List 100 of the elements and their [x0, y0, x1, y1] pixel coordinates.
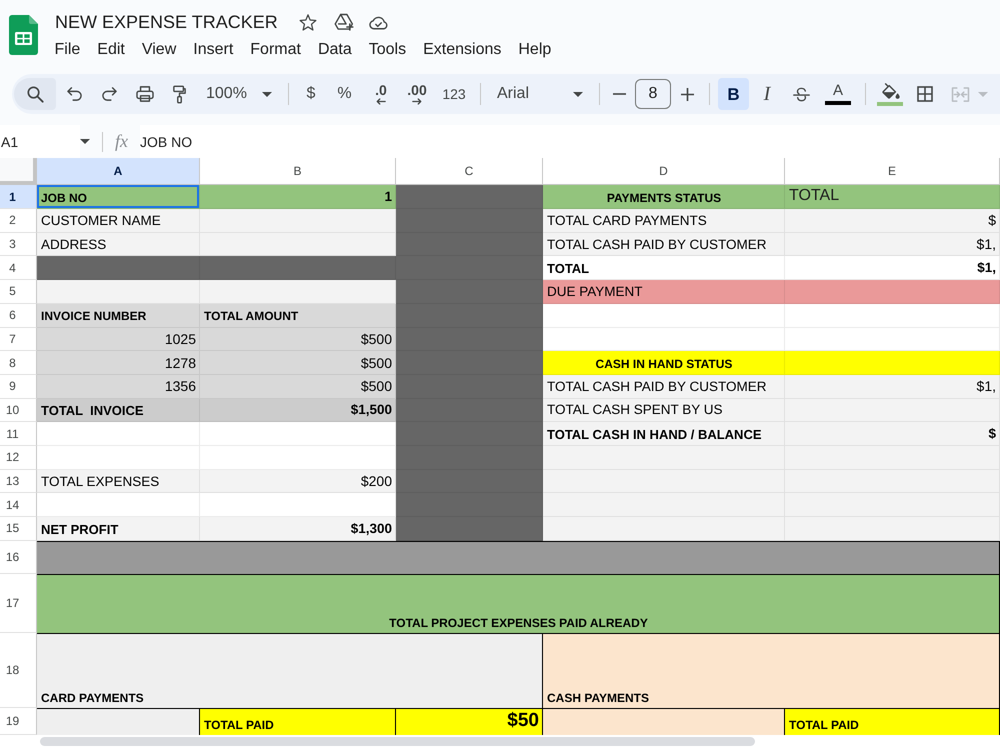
table-cell[interactable]: TOTAL CASH IN HAND / BALANCE	[543, 422, 785, 446]
row-header[interactable]: 7	[0, 328, 37, 352]
color-bar-icon[interactable]	[825, 101, 851, 105]
row-header[interactable]: 18	[0, 632, 37, 708]
table-cell[interactable]: TOTAL PAID	[785, 708, 1000, 735]
table-cell[interactable]: TOTAL AMOUNT	[200, 304, 396, 328]
menu-item[interactable]: Help	[510, 38, 560, 62]
table-cell[interactable]: CASH PAYMENTS	[543, 632, 1000, 708]
table-cell[interactable]: CARD PAYMENTS	[37, 632, 543, 708]
search-icon[interactable]	[26, 86, 44, 102]
search-button[interactable]	[14, 78, 56, 110]
minus-icon[interactable]	[612, 93, 626, 95]
table-cell[interactable]: TOTAL CARD PAYMENTS	[543, 209, 785, 233]
menu-item[interactable]: Tools	[360, 38, 415, 62]
italic-button[interactable]: I	[751, 78, 783, 110]
table-cell[interactable]: $500	[200, 328, 396, 352]
row-header[interactable]: 3	[0, 232, 37, 256]
table-cell[interactable]: TOTAL	[543, 256, 785, 280]
row-header[interactable]: 6	[0, 304, 37, 328]
menu-item[interactable]: Format	[242, 38, 310, 62]
table-cell[interactable]: TOTAL EXPENSES	[37, 470, 200, 494]
caret-icon[interactable]	[80, 139, 90, 144]
table-cell[interactable]: $1,	[785, 374, 1000, 399]
table-cell[interactable]: TOTAL CASH SPENT BY US	[543, 398, 785, 422]
table-cell[interactable]: $1,	[785, 256, 1000, 280]
row-header[interactable]: 14	[0, 493, 37, 518]
menu-item[interactable]: Insert	[184, 38, 242, 62]
formula-field[interactable]: JOB NO	[140, 125, 1000, 158]
table-cell[interactable]: CASH IN HAND STATUS	[543, 351, 785, 375]
row-header[interactable]: 12	[0, 446, 37, 470]
row-header[interactable]: 13	[0, 470, 37, 494]
table-cell[interactable]: 1356	[37, 374, 200, 399]
table-cell[interactable]: PAYMENTS STATUS	[543, 185, 785, 209]
table-cell[interactable]: $1,500	[200, 398, 396, 422]
plus-icon[interactable]	[680, 88, 694, 100]
print-icon[interactable]	[136, 86, 154, 102]
table-cell[interactable]	[37, 540, 1000, 574]
cloud-check-icon[interactable]	[368, 14, 389, 30]
table-cell[interactable]	[37, 708, 200, 735]
row-header[interactable]: 2	[0, 209, 37, 233]
redo-icon[interactable]	[102, 87, 117, 101]
name-box-field[interactable]: A1	[0, 125, 80, 158]
table-cell[interactable]: $500	[200, 374, 396, 399]
strikethrough-icon[interactable]	[792, 86, 810, 102]
arrow-left-icon[interactable]	[376, 98, 386, 105]
table-cell[interactable]: TOTAL CASH PAID BY CUSTOMER	[543, 374, 785, 399]
font-size-field[interactable]: 8	[635, 79, 671, 109]
paint-bucket-icon[interactable]	[880, 82, 900, 98]
menu-item[interactable]: File	[46, 38, 89, 62]
arrow-right-icon[interactable]	[412, 98, 422, 105]
menu-item[interactable]: View	[133, 38, 185, 62]
table-cell[interactable]: ADDRESS	[37, 232, 200, 256]
table-cell[interactable]: TOTAL CASH PAID BY CUSTOMER	[543, 232, 785, 256]
undo-icon[interactable]	[67, 87, 82, 101]
table-cell[interactable]: $200	[200, 470, 396, 494]
table-cell[interactable]: $500	[200, 351, 396, 375]
caret-icon[interactable]	[573, 92, 583, 96]
row-header[interactable]: 17	[0, 574, 37, 633]
column-header[interactable]: D	[543, 158, 785, 185]
table-cell[interactable]: 1278	[37, 351, 200, 375]
paint-roller-icon[interactable]	[173, 84, 186, 104]
table-cell[interactable]: TOTAL INVOICE	[37, 398, 200, 422]
menu-item[interactable]: Extensions	[414, 38, 510, 62]
table-cell[interactable]: $1,300	[200, 517, 396, 541]
table-cell[interactable]: $50	[396, 708, 543, 735]
font-dropdown[interactable]: Arial	[489, 78, 591, 110]
column-header[interactable]: A	[37, 158, 200, 185]
table-cell[interactable]: JOB NO	[37, 185, 200, 209]
table-cell[interactable]: 1025	[37, 328, 200, 352]
increase-decimal-button[interactable]: .00	[400, 78, 434, 110]
borders-icon[interactable]	[917, 86, 933, 102]
row-header[interactable]: 10	[0, 398, 37, 422]
table-cell[interactable]: $	[785, 422, 1000, 446]
table-cell[interactable]: INVOICE NUMBER	[37, 304, 200, 328]
column-header[interactable]: E	[785, 158, 1000, 185]
row-header[interactable]: 19	[0, 708, 37, 735]
document-title[interactable]: NEW EXPENSE TRACKER	[55, 8, 278, 36]
select-all-corner[interactable]	[0, 158, 37, 185]
column-header[interactable]: C	[396, 158, 543, 185]
table-cell[interactable]: TOTAL PROJECT EXPENSES PAID ALREADY	[37, 574, 1000, 633]
triangle-plus-icon[interactable]	[334, 13, 354, 31]
row-header[interactable]: 16	[0, 540, 37, 574]
table-cell[interactable]: CUSTOMER NAME	[37, 209, 200, 233]
percent-format-button[interactable]: %	[327, 78, 362, 110]
table-cell[interactable]: 1	[200, 185, 396, 209]
row-header[interactable]: 1	[0, 185, 37, 209]
number-format-button[interactable]: 123	[436, 78, 472, 110]
row-header[interactable]: 5	[0, 280, 37, 304]
row-header[interactable]: 11	[0, 422, 37, 446]
menu-item[interactable]: Data	[309, 38, 360, 62]
table-cell[interactable]: $1,	[785, 232, 1000, 256]
row-header[interactable]: 9	[0, 374, 37, 399]
color-bar-icon[interactable]	[877, 102, 903, 106]
caret-icon[interactable]	[262, 92, 272, 96]
row-header[interactable]: 4	[0, 256, 37, 280]
table-cell[interactable]: TOTAL PAID	[200, 708, 396, 735]
star-icon[interactable]	[298, 14, 317, 30]
spreadsheet-logo-icon[interactable]	[9, 15, 38, 55]
decrease-decimal-button[interactable]: .0	[364, 78, 398, 110]
row-header[interactable]: 15	[0, 517, 37, 541]
